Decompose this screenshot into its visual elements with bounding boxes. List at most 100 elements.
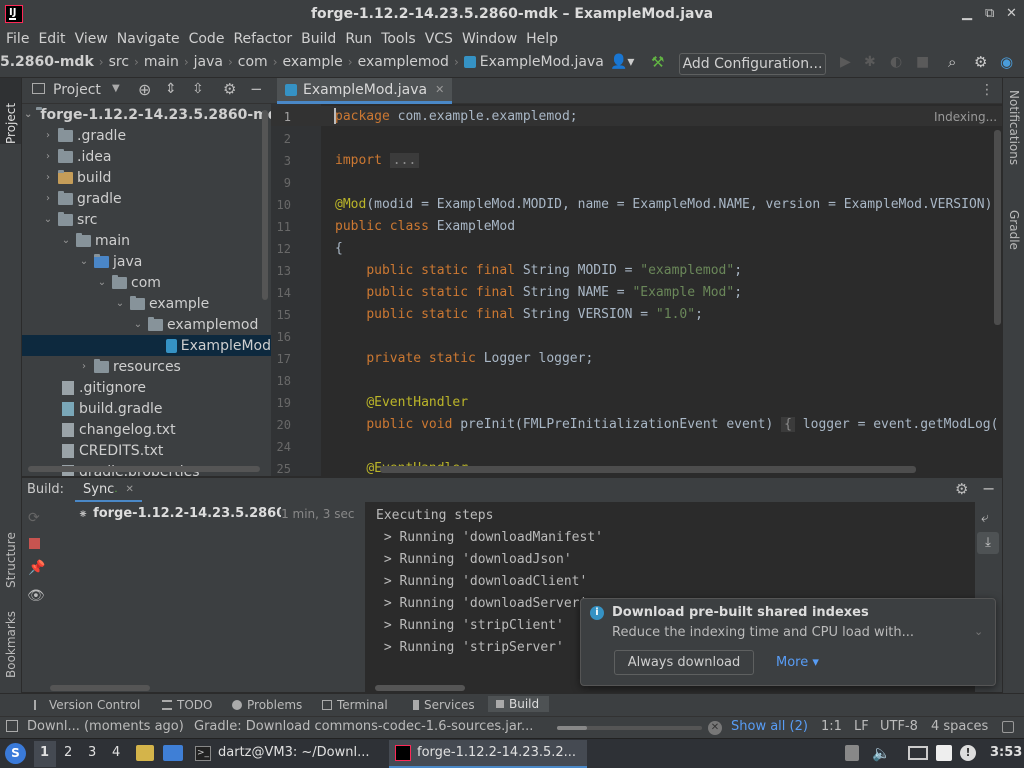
bookmarks-tool-button[interactable]: Bookmarks	[4, 598, 18, 678]
expand-chevron-icon[interactable]: ⌄	[974, 625, 983, 638]
tree-item-gradle[interactable]: › gradle	[22, 188, 271, 209]
cancel-task-icon[interactable]: ✕	[708, 721, 722, 735]
menu-run[interactable]: Run	[345, 31, 372, 47]
tab-examplemod-java[interactable]: ExampleMod.java ✕	[277, 78, 453, 104]
menu-navigate[interactable]: Navigate	[117, 31, 180, 47]
breadcrumb-com[interactable]: com	[238, 54, 268, 70]
project-tool-button[interactable]: Project	[4, 84, 18, 144]
close-icon[interactable]: ✕	[1006, 6, 1017, 21]
pin-icon[interactable]: 📌	[28, 560, 45, 576]
caret-position[interactable]: 1:1	[821, 719, 842, 734]
tree-item-gradle-dir[interactable]: › .gradle	[22, 125, 271, 146]
tree-item-example[interactable]: ⌄ example	[22, 293, 271, 314]
user-icon[interactable]: 👤▾	[610, 54, 634, 70]
tab-version-control[interactable]: Version Control	[34, 698, 140, 712]
tree-item-main[interactable]: ⌄ main	[22, 230, 271, 251]
chevron-down-icon[interactable]: ▼	[112, 83, 120, 94]
minimize-icon[interactable]: ▁	[962, 6, 972, 21]
panel-options-gear-icon[interactable]: ⚙	[223, 80, 236, 98]
breadcrumb-src[interactable]: src	[109, 54, 129, 70]
stop-icon[interactable]	[29, 538, 40, 549]
tab-problems[interactable]: Problems	[232, 698, 302, 712]
close-tab-icon[interactable]: ✕	[126, 484, 134, 495]
menu-help[interactable]: Help	[526, 31, 558, 47]
tab-sync[interactable]: Sync. ✕	[75, 478, 142, 503]
clock[interactable]: 3:53	[990, 745, 1022, 760]
volume-icon[interactable]: 🔈	[872, 744, 891, 762]
menu-build[interactable]: Build	[301, 31, 336, 47]
eye-icon[interactable]: 👁	[27, 588, 45, 604]
tree-item-src[interactable]: ⌄ src	[22, 209, 271, 230]
breadcrumb-examplemod[interactable]: examplemod	[358, 54, 449, 70]
expand-all-icon[interactable]: ⇕	[165, 81, 177, 97]
panel-toggle-icon[interactable]	[6, 720, 18, 732]
structure-tool-button[interactable]: Structure	[4, 508, 18, 588]
soft-wrap-icon[interactable]: ⤶	[981, 510, 989, 526]
run-icon[interactable]: ▶	[840, 54, 851, 70]
tree-item-examplemod-class[interactable]: ExampleMod	[22, 335, 271, 356]
more-link[interactable]: More ▾	[776, 655, 819, 670]
start-menu-icon[interactable]: S	[5, 743, 26, 764]
menu-edit[interactable]: Edit	[38, 31, 65, 47]
workspace-4[interactable]: 4	[112, 745, 120, 760]
taskbar-ide-window[interactable]: forge-1.12.2-14.23.5.2...	[389, 740, 587, 768]
tree-item-gitignore[interactable]: .gitignore	[22, 377, 271, 398]
notes-icon[interactable]	[936, 745, 952, 761]
add-configuration-button[interactable]: Add Configuration...	[679, 53, 826, 75]
editor-vertical-scrollbar[interactable]	[994, 130, 1001, 325]
taskbar-terminal-window[interactable]: >_ dartz@VM3: ~/Downl...	[191, 741, 385, 767]
settings-gear-icon[interactable]: ⚙	[974, 53, 987, 71]
scroll-to-end-icon[interactable]: ⤓	[977, 532, 999, 554]
show-all-tasks-link[interactable]: Show all (2)	[731, 719, 808, 734]
project-vertical-scrollbar[interactable]	[262, 110, 268, 300]
tree-item-idea[interactable]: › .idea	[22, 146, 271, 167]
tree-item-com[interactable]: ⌄ com	[22, 272, 271, 293]
breadcrumb-example[interactable]: example	[283, 54, 343, 70]
background-task[interactable]: Gradle: Download commons-codec-1.6-sourc…	[194, 719, 533, 734]
gradle-tool-button[interactable]: Gradle	[1007, 210, 1021, 260]
coverage-icon[interactable]: ◐	[890, 54, 902, 70]
locate-file-icon[interactable]: ⊕	[138, 80, 151, 99]
maximize-icon[interactable]: ⧉	[985, 6, 994, 21]
build-task-row[interactable]: ⁕ forge-1.12.2-14.23.5.2860-mdk 1 min, 3…	[78, 506, 354, 521]
menu-view[interactable]: View	[75, 31, 108, 47]
menu-vcs[interactable]: VCS	[425, 31, 453, 47]
close-tab-icon[interactable]: ✕	[435, 83, 444, 96]
lock-icon[interactable]	[1002, 721, 1014, 733]
tree-item-build[interactable]: › build	[22, 167, 271, 188]
network-icon[interactable]	[908, 746, 928, 760]
status-message[interactable]: Downl... (moments ago)	[27, 719, 184, 734]
file-encoding[interactable]: UTF-8	[880, 719, 918, 734]
stop-icon[interactable]: ■	[916, 54, 929, 70]
tab-services[interactable]: Services	[413, 698, 475, 712]
tree-item-java[interactable]: ⌄ java	[22, 251, 271, 272]
tree-item-examplemod[interactable]: ⌄ examplemod	[22, 314, 271, 335]
tree-item-project-root[interactable]: ⌄ forge-1.12.2-14.23.5.2860-mdk	[22, 104, 271, 125]
clipboard-icon[interactable]	[845, 745, 859, 761]
hammer-build-icon[interactable]: ⚒	[651, 53, 664, 71]
debug-icon[interactable]: ✱	[864, 54, 876, 70]
menu-code[interactable]: Code	[189, 31, 225, 47]
code-editor[interactable]: package com.example.examplemod; import .…	[321, 104, 1002, 476]
search-icon[interactable]: ⌕	[948, 53, 956, 71]
breadcrumb-java[interactable]: java	[194, 54, 223, 70]
update-notifier-icon[interactable]: !	[960, 745, 976, 761]
tab-todo[interactable]: TODO	[162, 698, 212, 712]
always-download-button[interactable]: Always download	[614, 650, 754, 675]
update-icon[interactable]: ◉	[1000, 53, 1013, 71]
line-separator[interactable]: LF	[854, 719, 869, 734]
indent-setting[interactable]: 4 spaces	[931, 719, 988, 734]
notifications-tool-button[interactable]: Notifications	[1007, 90, 1021, 190]
hide-panel-icon[interactable]: −	[250, 80, 263, 98]
tab-build[interactable]: Build	[488, 696, 550, 712]
workspace-2[interactable]: 2	[64, 745, 72, 760]
menu-window[interactable]: Window	[462, 31, 517, 47]
tree-item-changelog[interactable]: changelog.txt	[22, 419, 271, 440]
menu-tools[interactable]: Tools	[381, 31, 416, 47]
tree-item-build-gradle[interactable]: build.gradle	[22, 398, 271, 419]
menu-file[interactable]: File	[6, 31, 29, 47]
project-view-selector[interactable]: Project	[53, 82, 101, 98]
workspace-1[interactable]: 1	[40, 745, 49, 760]
tab-terminal[interactable]: Terminal	[322, 698, 388, 712]
build-tree-scrollbar[interactable]	[50, 685, 150, 691]
